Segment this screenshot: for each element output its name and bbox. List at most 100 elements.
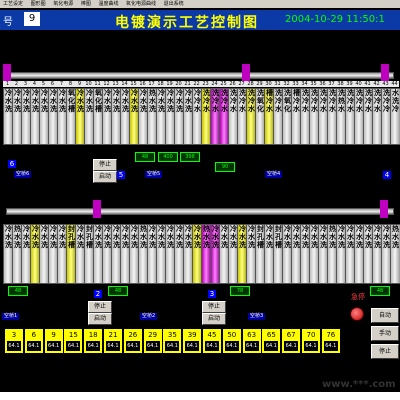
- tank-number: 12: [102, 81, 111, 87]
- tank-number: 41: [363, 81, 372, 87]
- slot-summary-number: 45: [207, 331, 217, 339]
- slot-summary-value: 64.1: [244, 341, 259, 351]
- tank-number: 8: [66, 81, 75, 87]
- slot-summary-box[interactable]: 76 64.1: [320, 328, 341, 354]
- tank-number: 36: [318, 81, 327, 87]
- crane-label: 空桥3: [248, 313, 266, 320]
- menu-item[interactable]: 氧化电源曲线: [126, 1, 156, 7]
- slot-value[interactable]: 9: [24, 12, 40, 26]
- tank-number: 16: [138, 81, 147, 87]
- tank-number: 38: [336, 81, 345, 87]
- manual-button[interactable]: 手动: [371, 326, 399, 341]
- tank-number: 31: [273, 81, 282, 87]
- slot-summary-value: 64.1: [66, 341, 81, 351]
- slot-summary-value: 64.1: [224, 341, 239, 351]
- slot-summary-box[interactable]: 29 64.1: [142, 328, 163, 354]
- slot-summary-number: 15: [68, 331, 78, 339]
- tank-number: 4: [30, 81, 39, 87]
- start-button[interactable]: 启动: [93, 171, 117, 183]
- slot-summary-box[interactable]: 26 64.1: [122, 328, 143, 354]
- slot-summary-value: 64.1: [7, 341, 21, 351]
- tank-number: 33: [291, 81, 300, 87]
- screen: 工艺设定 图形图 氧化电源 棒图 温度曲线 氧化电源曲线 退出系统 号 9 电镀…: [0, 0, 400, 400]
- slot-summary-number: 35: [167, 331, 177, 339]
- start-button[interactable]: 启动: [202, 313, 226, 325]
- menu-item[interactable]: 图形图: [31, 1, 46, 7]
- slot-summary-value: 64.1: [264, 341, 279, 351]
- menu-item[interactable]: 氧化电源: [53, 1, 73, 7]
- slot-summary-box[interactable]: 45 64.1: [202, 328, 222, 354]
- tank-number: 23: [201, 81, 210, 87]
- slot-summary-number: 29: [148, 331, 158, 339]
- slot-summary-number: 39: [187, 331, 197, 339]
- station-number: 3: [208, 290, 216, 298]
- slot-summary-box[interactable]: 70 64.1: [301, 328, 321, 354]
- tank-number: 2: [12, 81, 21, 87]
- tank-number: 9: [75, 81, 84, 87]
- slot-summary-number: 63: [247, 331, 257, 339]
- slot-summary-box[interactable]: 3 64.1: [4, 328, 24, 354]
- tank-number: 40: [354, 81, 363, 87]
- slot-summary-value: 64.1: [46, 341, 61, 351]
- tank-number: 34: [300, 81, 309, 87]
- menu-item[interactable]: 工艺设定: [3, 1, 23, 7]
- auto-button[interactable]: 自动: [371, 308, 399, 323]
- slot-summary-box[interactable]: 65 64.1: [261, 328, 282, 354]
- slot-summary-box[interactable]: 39 64.1: [182, 328, 203, 354]
- tank-char: 冷: [392, 104, 399, 113]
- menu-item[interactable]: 棒图: [81, 1, 91, 7]
- slot-summary-number: 3: [11, 331, 17, 339]
- slot-summary-number: 76: [326, 331, 336, 339]
- stop-button[interactable]: 停止: [88, 301, 112, 313]
- crane-top-mid[interactable]: [242, 64, 250, 82]
- crane-bottom-left[interactable]: [93, 200, 101, 218]
- tank-number: 26: [228, 81, 237, 87]
- slot-summary-box[interactable]: 18 64.1: [83, 328, 104, 354]
- stop-button[interactable]: 停止: [202, 301, 226, 313]
- crane-top-right[interactable]: [381, 64, 389, 82]
- slot-summary-value: 64.1: [86, 341, 101, 351]
- tank[interactable]: 水洗冷: [390, 88, 400, 145]
- slot-summary-number: 6: [31, 331, 37, 339]
- start-button[interactable]: 启动: [88, 313, 112, 325]
- crane-label: 空桥1: [2, 313, 20, 320]
- emergency-stop-icon[interactable]: [350, 307, 364, 321]
- menu-item[interactable]: 温度曲线: [98, 1, 118, 7]
- stop-button[interactable]: 停止: [93, 159, 117, 171]
- crane-label: 空桥2: [140, 313, 158, 320]
- slot-summary-value: 64.1: [145, 341, 160, 351]
- slot-summary-number: 26: [128, 331, 138, 339]
- slot-summary-box[interactable]: 50 64.1: [221, 328, 242, 354]
- stop-button[interactable]: 停止: [371, 344, 399, 359]
- slot-summary-box[interactable]: 21 64.1: [103, 328, 123, 354]
- slot-summary-box[interactable]: 9 64.1: [43, 328, 64, 354]
- crane-top-left[interactable]: [3, 64, 11, 82]
- station-number: 4: [383, 171, 391, 179]
- menu-bar: 工艺设定 图形图 氧化电源 棒图 温度曲线 氧化电源曲线 退出系统: [0, 0, 400, 8]
- slot-summary-box[interactable]: 15 64.1: [63, 328, 84, 354]
- slot-summary-number: 50: [227, 331, 237, 339]
- tank-number: 44: [390, 81, 399, 87]
- slot-summary-value: 64.1: [284, 341, 299, 351]
- slot-summary-number: 21: [108, 331, 118, 339]
- tank-number: 32: [282, 81, 291, 87]
- tank-number: 3: [21, 81, 30, 87]
- tank-number: 6: [48, 81, 57, 87]
- slot-summary-box[interactable]: 35 64.1: [162, 328, 183, 354]
- tank-number: 42: [372, 81, 381, 87]
- crane-bottom-right[interactable]: [380, 200, 388, 218]
- slot-summary-box[interactable]: 6 64.1: [23, 328, 44, 354]
- tank-number: 13: [111, 81, 120, 87]
- tank[interactable]: 热水洗: [390, 224, 400, 284]
- slot-label: 号: [3, 17, 13, 28]
- menu-item[interactable]: 退出系统: [164, 1, 184, 7]
- slot-summary-number: 9: [51, 331, 56, 339]
- tank-number: 17: [147, 81, 156, 87]
- tank-number: 18: [156, 81, 165, 87]
- readout: 48: [108, 286, 128, 296]
- bottom-rail: [6, 208, 394, 215]
- tank-number: 14: [120, 81, 129, 87]
- slot-summary-box[interactable]: 63 64.1: [241, 328, 262, 354]
- tank-number: 35: [309, 81, 318, 87]
- slot-summary-box[interactable]: 67 64.1: [281, 328, 302, 354]
